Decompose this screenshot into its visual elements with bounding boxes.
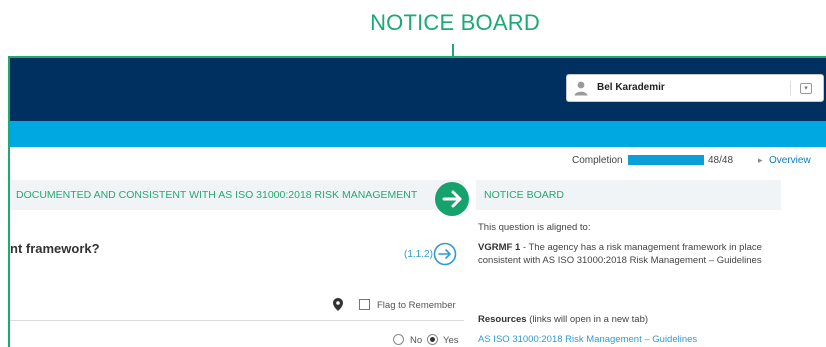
user-menu[interactable]: Bel Karademir ▾ [566, 74, 824, 102]
app-screen: Bel Karademir ▾ Completion 48/48 ▸ Overv… [10, 58, 826, 347]
chevron-right-icon: ▸ [758, 155, 763, 165]
section-heading: DOCUMENTED AND CONSISTENT WITH AS ISO 31… [16, 189, 418, 201]
radio-yes-label: Yes [443, 335, 459, 346]
vgrmf-item: VGRMF 1 - The agency has a risk manageme… [478, 241, 762, 267]
flag-checkbox[interactable] [359, 299, 370, 310]
divider [10, 320, 464, 321]
flag-label: Flag to Remember [377, 300, 456, 311]
nav-bar [10, 121, 826, 147]
circle-arrow-right-icon[interactable] [433, 242, 457, 266]
arrow-right-icon[interactable] [435, 182, 469, 216]
question-text: nt framework? [10, 241, 100, 256]
question-reference: (1.1.2) [404, 249, 433, 260]
notice-board-annotation-title: NOTICE BOARD [370, 10, 540, 35]
radio-no-label: No [410, 335, 423, 346]
completion-count: 48/48 [708, 155, 734, 166]
notice-board-heading: NOTICE BOARD [484, 189, 564, 201]
resources-heading: Resources [478, 314, 527, 325]
top-header: Bel Karademir ▾ [10, 58, 826, 121]
vgrmf-code: VGRMF 1 [478, 242, 521, 253]
resources-note: (links will open in a new tab) [526, 314, 649, 325]
user-menu-divider [790, 81, 791, 96]
vgrmf-description: - The agency has a risk management frame… [478, 242, 762, 266]
user-name: Bel Karademir [597, 82, 665, 93]
location-pin-icon [333, 298, 343, 311]
completion-progress-bar [628, 155, 704, 165]
dropdown-icon[interactable]: ▾ [800, 83, 812, 94]
resources-line: Resources (links will open in a new tab) [478, 314, 648, 325]
completion-label: Completion [572, 155, 623, 166]
radio-yes[interactable] [427, 334, 438, 345]
overview-link[interactable]: Overview [769, 155, 811, 166]
radio-no[interactable] [393, 334, 404, 345]
user-icon [574, 81, 588, 96]
aligned-text: This question is aligned to: [478, 222, 591, 233]
resource-link[interactable]: AS ISO 31000:2018 Risk Management – Guid… [478, 334, 697, 345]
completion-row: Completion 48/48 ▸ Overview [10, 148, 826, 172]
